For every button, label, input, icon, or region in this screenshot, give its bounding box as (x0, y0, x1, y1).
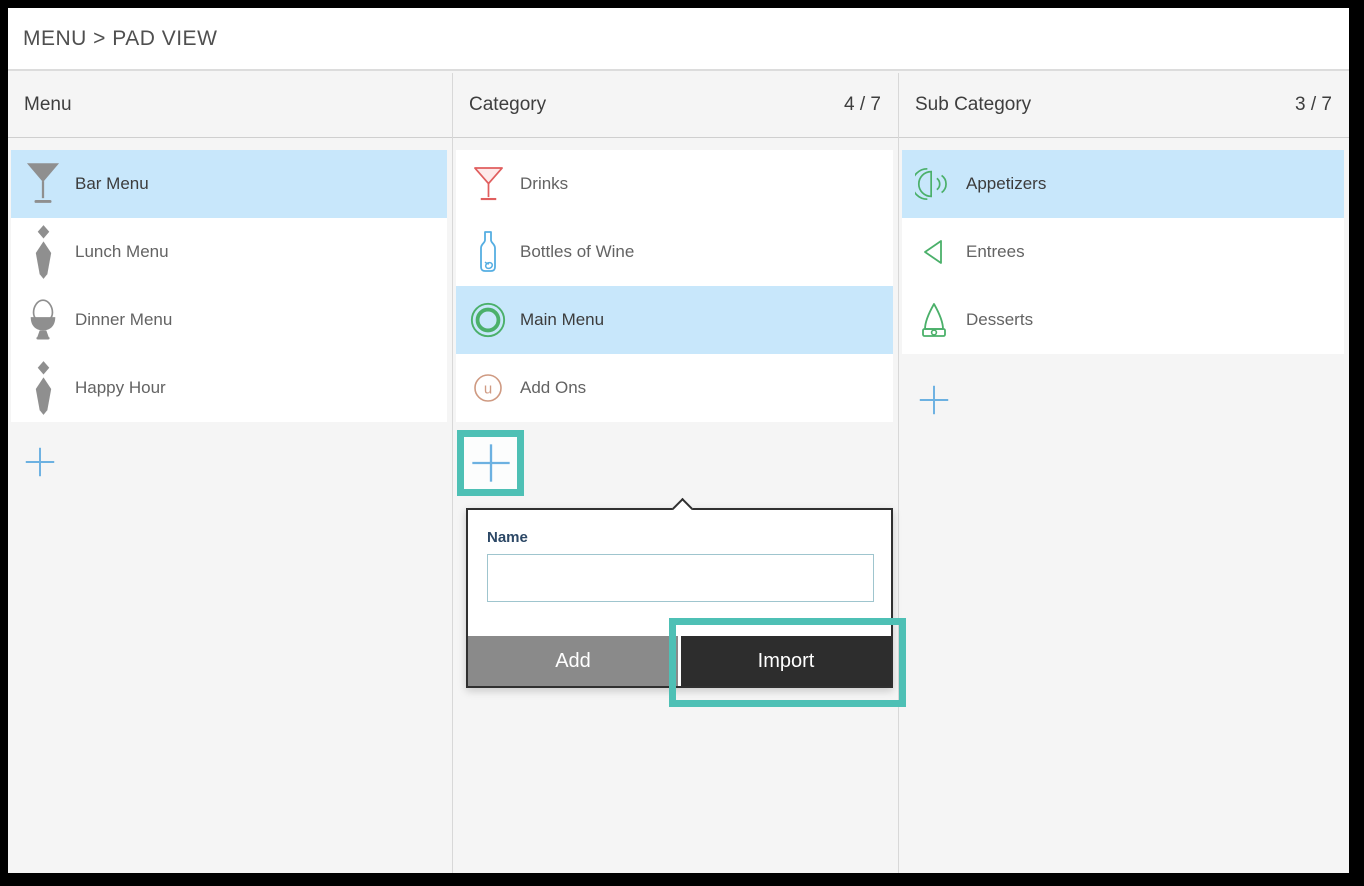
category-item-drinks[interactable]: Drinks (456, 150, 893, 218)
menu-item-label: Dinner Menu (75, 310, 172, 330)
pad-view-body: Menu Bar Menu (8, 73, 1349, 873)
popover-caret (672, 498, 693, 519)
add-menu-button[interactable] (24, 446, 56, 478)
category-item-main-menu[interactable]: Main Menu (456, 286, 893, 354)
sub-category-count: 3 / 7 (1295, 94, 1332, 116)
menu-item-lunch-menu[interactable]: Lunch Menu (11, 218, 447, 286)
import-button[interactable]: Import (681, 636, 891, 686)
column-title: Sub Category (915, 94, 1031, 116)
menu-column: Menu Bar Menu (8, 73, 453, 873)
category-item-add-ons[interactable]: u Add Ons (456, 354, 893, 422)
shrimp-icon (915, 156, 953, 212)
menu-item-dinner-menu[interactable]: Dinner Menu (11, 286, 447, 354)
app-window: MENU > PAD VIEW Menu Bar Menu (8, 8, 1349, 873)
name-field-label: Name (487, 529, 528, 546)
svg-text:u: u (484, 381, 492, 398)
menu-item-happy-hour[interactable]: Happy Hour (11, 354, 447, 422)
add-sub-category-button[interactable] (918, 384, 950, 416)
sub-category-item-label: Desserts (966, 310, 1033, 330)
category-item-label: Bottles of Wine (520, 242, 634, 262)
category-item-label: Drinks (520, 174, 568, 194)
column-title: Menu (24, 94, 72, 116)
category-item-label: Add Ons (520, 378, 586, 398)
category-list: Drinks Bottles of Wine (456, 150, 893, 422)
breadcrumb: MENU > PAD VIEW (8, 27, 217, 51)
add-category-popover: Name Add Import (466, 508, 893, 688)
martini-glass-icon (24, 156, 62, 212)
martini-outline-icon (469, 156, 507, 212)
category-item-bottles-of-wine[interactable]: Bottles of Wine (456, 218, 893, 286)
menu-item-label: Bar Menu (75, 174, 149, 194)
plate-circles-icon (469, 292, 507, 348)
circle-u-icon: u (469, 360, 507, 416)
menu-item-bar-menu[interactable]: Bar Menu (11, 150, 447, 218)
triangle-left-icon (915, 224, 953, 280)
sub-category-item-appetizers[interactable]: Appetizers (902, 150, 1344, 218)
necktie-icon (24, 224, 62, 280)
category-column-header: Category 4 / 7 (453, 73, 898, 138)
add-category-button[interactable] (470, 442, 512, 484)
wine-bottle-icon (469, 224, 507, 280)
category-count: 4 / 7 (844, 94, 881, 116)
dessert-icon (915, 292, 953, 348)
sub-category-item-label: Appetizers (966, 174, 1046, 194)
sub-category-column: Sub Category 3 / 7 Appetizers (899, 73, 1349, 873)
category-item-label: Main Menu (520, 310, 604, 330)
sub-category-item-desserts[interactable]: Desserts (902, 286, 1344, 354)
sub-category-list: Appetizers Entrees (902, 150, 1344, 354)
column-title: Category (469, 94, 546, 116)
menu-list: Bar Menu Lunch Menu (11, 150, 447, 422)
add-button[interactable]: Add (468, 636, 678, 686)
necktie-icon (24, 360, 62, 416)
menu-item-label: Lunch Menu (75, 242, 169, 262)
category-column: Category 4 / 7 Drinks (453, 73, 899, 873)
popover-buttons: Add Import (468, 636, 891, 686)
egg-cup-icon (24, 292, 62, 348)
top-bar: MENU > PAD VIEW (8, 8, 1349, 71)
menu-item-label: Happy Hour (75, 378, 166, 398)
sub-category-column-header: Sub Category 3 / 7 (899, 73, 1349, 138)
sub-category-item-label: Entrees (966, 242, 1025, 262)
menu-column-header: Menu (8, 73, 452, 138)
sub-category-item-entrees[interactable]: Entrees (902, 218, 1344, 286)
name-input[interactable] (487, 554, 874, 602)
add-category-highlight-annotation (457, 430, 524, 496)
